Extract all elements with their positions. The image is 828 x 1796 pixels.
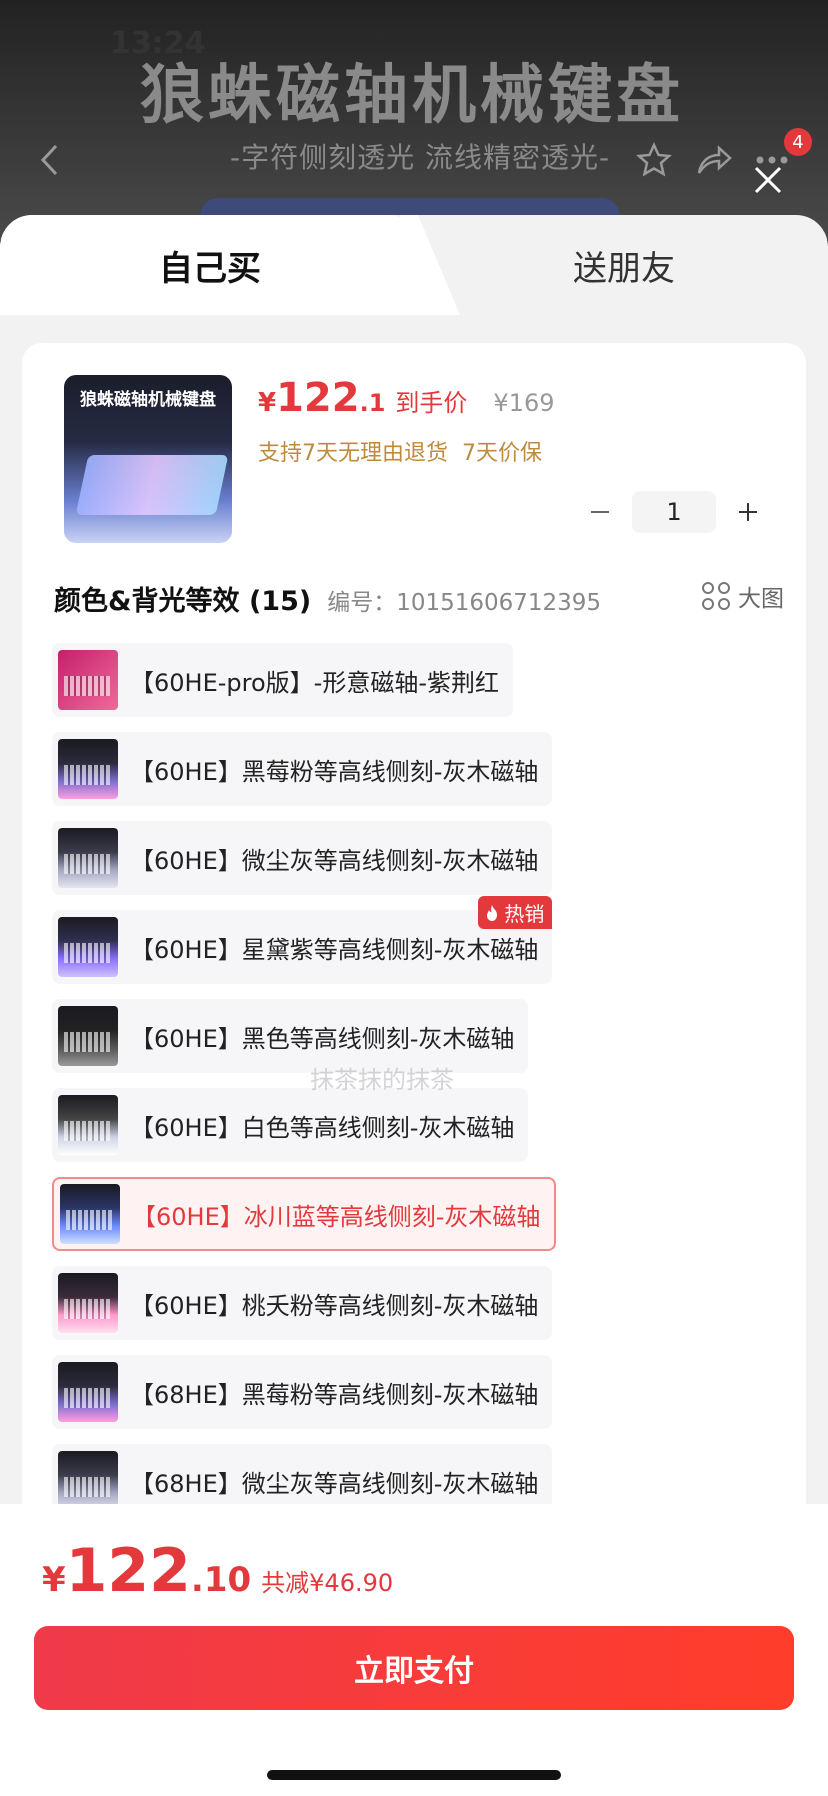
variant-thumbnail: [58, 828, 118, 888]
variant-option[interactable]: 【60HE】黑色等高线侧刻-灰木磁轴: [52, 999, 529, 1073]
product-thumbnail[interactable]: 狼蛛磁轴机械键盘: [64, 375, 232, 543]
original-price: ¥169: [493, 389, 555, 417]
total-price-row: ¥ 122 .10 共减¥46.90: [42, 1536, 393, 1606]
guarantee-text: 支持7天无理由退货 7天价保: [258, 441, 542, 466]
variant-thumbnail: [58, 1273, 118, 1333]
variant-label: 【60HE-pro版】-形意磁轴-紫荆红: [130, 668, 499, 697]
tab-buy-self[interactable]: 自己买: [0, 215, 420, 315]
home-indicator: [267, 1770, 561, 1780]
variant-thumbnail: [58, 739, 118, 799]
plus-icon[interactable]: [728, 492, 768, 532]
variant-option[interactable]: 【60HE】黑莓粉等高线侧刻-灰木磁轴: [52, 732, 553, 806]
price-label: 到手价: [395, 389, 468, 417]
variant-label: 【68HE】黑莓粉等高线侧刻-灰木磁轴: [130, 1380, 539, 1409]
checkout-footer: ¥ 122 .10 共减¥46.90 立即支付: [0, 1504, 828, 1796]
star-icon[interactable]: [630, 136, 678, 184]
share-icon[interactable]: [690, 136, 738, 184]
grid-icon: [702, 582, 730, 610]
variant-label: 【60HE】白色等高线侧刻-灰木磁轴: [130, 1113, 515, 1142]
variant-option[interactable]: 【60HE】冰川蓝等高线侧刻-灰木磁轴: [52, 1177, 557, 1251]
flame-icon: [487, 904, 498, 921]
product-banner-background: 13:24 狼蛛磁轴机械键盘 -字符侧刻透光 流线精密透光- 4: [0, 0, 828, 240]
variant-option[interactable]: 【68HE】黑莓粉等高线侧刻-灰木磁轴: [52, 1355, 553, 1429]
big-view-label: 大图: [738, 586, 784, 612]
variant-section-title: 颜色&背光等效 (15): [54, 586, 312, 617]
variant-option[interactable]: 【60HE】微尘灰等高线侧刻-灰木磁轴: [52, 821, 553, 895]
product-code: 编号：10151606712395: [327, 590, 602, 616]
quantity-stepper: 1: [580, 491, 768, 533]
thumbnail-title: 狼蛛磁轴机械键盘: [80, 390, 216, 410]
total-decimal: .10: [190, 1560, 252, 1600]
variant-option[interactable]: 【60HE】星黛紫等高线侧刻-灰木磁轴 热销: [52, 896, 553, 984]
variant-thumbnail: [58, 650, 118, 710]
variant-label: 【60HE】星黛紫等高线侧刻-灰木磁轴: [130, 935, 539, 964]
variant-label: 【60HE】桃夭粉等高线侧刻-灰木磁轴: [130, 1291, 539, 1320]
price-row: ¥ 122 .1 到手价 ¥169: [258, 375, 555, 421]
back-icon[interactable]: [26, 136, 74, 184]
variant-label: 【60HE】冰川蓝等高线侧刻-灰木磁轴: [132, 1202, 541, 1231]
price-integer: 122: [276, 375, 360, 421]
variant-thumbnail: [60, 1184, 120, 1244]
total-integer: 122: [65, 1536, 191, 1606]
quantity-value[interactable]: 1: [632, 491, 716, 533]
variant-option[interactable]: 【60HE】白色等高线侧刻-灰木磁轴: [52, 1088, 529, 1162]
hot-sale-badge: 热销: [478, 896, 553, 929]
thumbnail-keyboard-image: [75, 455, 229, 515]
watermark: 抹茶抹的抹茶: [310, 1066, 454, 1094]
variant-label: 【60HE】黑莓粉等高线侧刻-灰木磁轴: [130, 757, 539, 786]
tab-gift-friend[interactable]: 送朋友: [420, 215, 828, 315]
savings-text: 共减¥46.90: [261, 1569, 394, 1597]
variant-thumbnail: [58, 1451, 118, 1511]
close-icon[interactable]: [748, 160, 788, 200]
banner-title: 狼蛛磁轴机械键盘: [140, 59, 684, 133]
variant-label: 【68HE】微尘灰等高线侧刻-灰木磁轴: [130, 1469, 539, 1498]
variant-thumbnail: [58, 1095, 118, 1155]
variant-label: 【60HE】微尘灰等高线侧刻-灰木磁轴: [130, 846, 539, 875]
total-symbol: ¥: [42, 1560, 66, 1600]
big-view-button[interactable]: 大图: [702, 579, 784, 613]
price-decimal: .1: [359, 389, 386, 417]
variant-section-header: 颜色&背光等效 (15) 编号：10151606712395 大图: [54, 579, 784, 618]
minus-icon[interactable]: [580, 492, 620, 532]
pay-now-button[interactable]: 立即支付: [34, 1626, 794, 1710]
banner-subtitle: -字符侧刻透光 流线精密透光-: [230, 141, 611, 174]
variant-label: 【60HE】黑色等高线侧刻-灰木磁轴: [130, 1024, 515, 1053]
price-symbol: ¥: [258, 388, 277, 418]
cart-count-badge: 4: [784, 128, 812, 156]
variant-thumbnail: [58, 917, 118, 977]
variant-option[interactable]: 【60HE-pro版】-形意磁轴-紫荆红: [52, 643, 513, 717]
variant-thumbnail: [58, 1362, 118, 1422]
variant-thumbnail: [58, 1006, 118, 1066]
hot-sale-label: 热销: [504, 902, 545, 926]
variant-option[interactable]: 【60HE】桃夭粉等高线侧刻-灰木磁轴: [52, 1266, 553, 1340]
